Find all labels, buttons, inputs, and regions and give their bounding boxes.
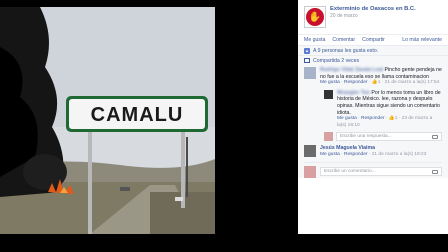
stop-hand-icon: ✋ <box>306 8 324 26</box>
like-button[interactable]: Me gusta <box>304 37 325 43</box>
page-avatar[interactable]: ✋ <box>304 6 326 28</box>
comment-input[interactable]: Escribe un comentario... <box>320 167 442 177</box>
comment-meta: Me gusta · Responder · 👍1 · 21 de marzo … <box>320 80 440 86</box>
comments-list: Rodrigo Vidal Zavala Leal Pincho gente p… <box>298 65 448 178</box>
post-actions: Me gusta Comentar Compartir Lo más relev… <box>298 34 448 45</box>
comment-like-link[interactable]: Me gusta <box>320 152 340 157</box>
reply-placeholder: Escribe una respuesta... <box>340 134 392 140</box>
comment-author[interactable]: Jesús Maguela Viaima <box>320 145 375 151</box>
comment-button[interactable]: Comentar <box>332 37 355 43</box>
comment-placeholder: Escribe un comentario... <box>324 169 376 175</box>
comment-author[interactable]: Wrangler Ton <box>337 90 370 96</box>
share-button[interactable]: Compartir <box>362 37 385 43</box>
reply-item: Wrangler Ton Por lo menos toma un libro … <box>324 89 442 130</box>
shares-summary[interactable]: Compartida 2 veces <box>298 55 448 65</box>
sign-text: CAMALU <box>91 104 184 126</box>
reply-input[interactable]: Escribe una respuesta... <box>336 132 442 142</box>
post-side-panel: ✋ Exterminio de Oaxacos en B.C. 20 de ma… <box>298 0 448 234</box>
sort-comments-dropdown[interactable]: Lo más relevante <box>402 37 442 43</box>
avatar[interactable] <box>304 145 316 158</box>
avatar <box>304 165 316 178</box>
avatar[interactable] <box>304 67 316 79</box>
comment-time[interactable]: 21 de marzo a la(s) 17:54 <box>385 80 440 85</box>
likes-summary[interactable]: ▲ A 9 personas les gusta esto. <box>298 45 448 55</box>
shares-text[interactable]: Compartida 2 veces <box>313 58 359 64</box>
comment-meta: Me gusta · Responder · 👍1 · 23 de marzo … <box>337 116 433 128</box>
post-photo[interactable]: CAMALU <box>0 7 215 234</box>
post-header: ✋ Exterminio de Oaxacos en B.C. 20 de ma… <box>298 0 448 32</box>
page-name[interactable]: Exterminio de Oaxacos en B.C. <box>330 6 416 13</box>
comment-time[interactable]: 21 de marzo a la(s) 19:23 <box>372 152 427 157</box>
avatar[interactable] <box>324 89 333 99</box>
avatar <box>324 132 333 142</box>
like-count[interactable]: 1 <box>395 116 398 121</box>
thumbs-up-icon: ▲ <box>304 47 310 54</box>
comment-like-link[interactable]: Me gusta <box>320 80 340 85</box>
camera-icon[interactable] <box>432 169 438 174</box>
photo-viewer: CAMALU ✋ Exterminio de Oaxacos en B.C. 2… <box>0 0 448 252</box>
comment-reply-link[interactable]: Responder <box>361 116 384 121</box>
comment-author[interactable]: Rodrigo Vidal Zavala Leal <box>320 67 383 73</box>
viewer-bottom-bar <box>0 234 448 252</box>
comment-item: Rodrigo Vidal Zavala Leal Pincho gente p… <box>304 67 442 87</box>
comment-reply-link[interactable]: Responder <box>344 80 367 85</box>
comment-box: Escribe un comentario... <box>304 161 442 178</box>
comment-reply-link[interactable]: Responder <box>344 152 367 157</box>
likes-text[interactable]: A 9 personas les gusta esto. <box>313 48 378 54</box>
comment-like-link[interactable]: Me gusta <box>337 116 357 121</box>
like-count[interactable]: 1 <box>378 80 381 85</box>
reply-box: Escribe una respuesta... <box>324 132 442 142</box>
share-icon <box>304 58 310 63</box>
comment-item: Jesús Maguela Viaima Me gusta · Responde… <box>304 145 442 158</box>
post-date[interactable]: 20 de marzo <box>330 13 416 20</box>
camera-icon[interactable] <box>432 134 438 139</box>
comment-meta: Me gusta · Responder · 21 de marzo a la(… <box>320 151 427 157</box>
